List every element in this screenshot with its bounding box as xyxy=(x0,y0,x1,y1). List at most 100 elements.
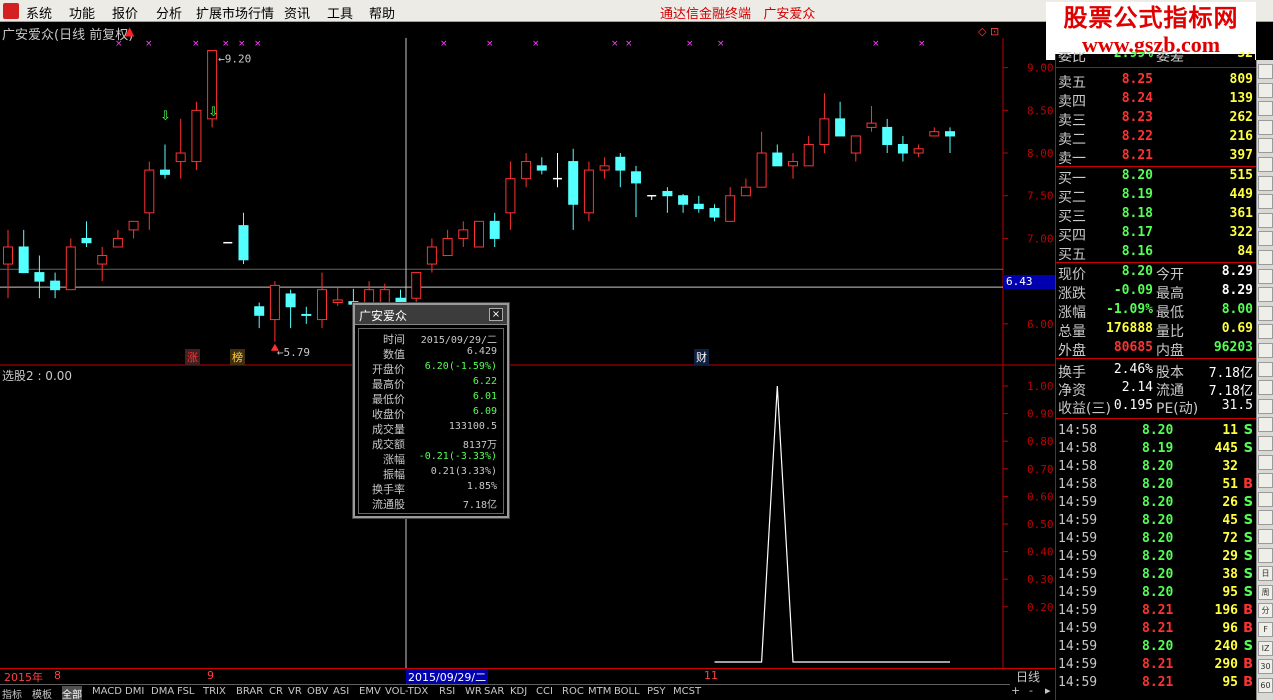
toolbar-button[interactable] xyxy=(1258,380,1273,396)
toolbar-button[interactable] xyxy=(1258,305,1273,321)
ask-row[interactable]: 卖四 8.24 139 xyxy=(1056,91,1256,110)
indicator-tab-cr[interactable]: CR xyxy=(269,686,283,697)
menu-function[interactable]: 功能 xyxy=(69,3,95,22)
bid-row[interactable]: 买二 8.19 449 xyxy=(1056,187,1256,206)
indicator-tab-全部[interactable]: 全部 xyxy=(62,686,82,700)
toolbar-button[interactable] xyxy=(1258,454,1273,470)
toolbar-button[interactable]: 分 xyxy=(1258,603,1273,619)
toolbar-button[interactable] xyxy=(1258,194,1273,210)
indicator-tab-roc[interactable]: ROC xyxy=(562,686,584,697)
menu-extended-market[interactable]: 扩展市场行情 xyxy=(196,3,274,22)
menu-system[interactable]: 系统 xyxy=(26,3,52,22)
toolbar-button[interactable]: 60 xyxy=(1258,677,1273,693)
zoom-in-button[interactable]: + xyxy=(1011,684,1020,697)
rank-marker[interactable]: 榜 xyxy=(230,349,245,365)
event-marker-icon: × xyxy=(254,39,262,49)
indicator-tab-macd[interactable]: MACD xyxy=(92,686,122,697)
toolbar-button[interactable] xyxy=(1258,436,1273,451)
ask-row[interactable]: 卖五 8.25 809 xyxy=(1056,72,1256,91)
zoom-out-button[interactable]: - xyxy=(1029,684,1033,697)
candle-body xyxy=(772,152,783,167)
toolbar-button[interactable] xyxy=(1258,529,1273,544)
indicator-tab-fsl[interactable]: FSL xyxy=(177,686,195,697)
toolbar-button[interactable] xyxy=(1258,491,1273,507)
tick-time: 14:59 xyxy=(1058,567,1098,582)
indicator-tab-mcst[interactable]: MCST xyxy=(673,686,701,697)
close-icon[interactable]: × xyxy=(489,308,503,321)
ask-row[interactable]: 卖二 8.22 216 xyxy=(1056,129,1256,148)
toolbar-button[interactable] xyxy=(1258,473,1273,489)
menu-news[interactable]: 资讯 xyxy=(284,3,310,22)
toolbar-button[interactable] xyxy=(1258,398,1273,414)
toolbar-button[interactable] xyxy=(1258,138,1273,154)
toolbar-button[interactable] xyxy=(1258,175,1273,191)
bid-row[interactable]: 买四 8.17 322 xyxy=(1056,225,1256,244)
toolbar-button[interactable] xyxy=(1258,547,1273,563)
indicator-tab-boll[interactable]: BOLL xyxy=(614,686,640,697)
toolbar-button[interactable] xyxy=(1258,250,1273,265)
indicator-tab-asi[interactable]: ASI xyxy=(333,686,349,697)
toolbar-button[interactable] xyxy=(1258,417,1273,433)
toolbar-button[interactable] xyxy=(1258,343,1273,358)
toolbar-button[interactable]: 30 xyxy=(1258,659,1273,675)
toolbar-button[interactable] xyxy=(1258,212,1273,228)
indicator-tab-kdj[interactable]: KDJ xyxy=(510,686,527,697)
toolbar-button[interactable] xyxy=(1258,157,1273,172)
indicator-tab-brar[interactable]: BRAR xyxy=(236,686,263,697)
menu-analysis[interactable]: 分析 xyxy=(156,3,182,22)
toolbar-button[interactable] xyxy=(1258,287,1273,303)
bid-row[interactable]: 买一 8.20 515 xyxy=(1056,168,1256,187)
candle-body xyxy=(536,165,547,171)
toolbar-button[interactable]: F xyxy=(1258,622,1273,637)
finance-marker[interactable]: 财 xyxy=(694,349,709,365)
bid-row[interactable]: 买三 8.18 361 xyxy=(1056,206,1256,225)
indicator-tab-vr[interactable]: VR xyxy=(288,686,302,697)
kline-chart[interactable]: 9.00 8.50 8.00 7.50 7.00 6.00 ←9.20 ←5.79 ⇩ ⇩ × × × ×… xyxy=(0,38,1055,366)
indicator-tab-psy[interactable]: PSY xyxy=(647,686,666,697)
indicator-tab-dma[interactable]: DMA xyxy=(151,686,174,697)
indicator-chart[interactable]: 1.00 0.90 0.80 0.70 0.60 0.50 0.40 0.30 0.20 xyxy=(0,366,1055,668)
limit-up-marker[interactable]: 涨 xyxy=(185,349,200,365)
toolbar-button[interactable] xyxy=(1258,324,1273,340)
indicator-tab-trix[interactable]: TRIX xyxy=(203,686,226,697)
indicator-tab-vol-tdx[interactable]: VOL-TDX xyxy=(385,686,428,697)
toolbar-button[interactable] xyxy=(1258,82,1273,98)
period-selector[interactable]: 日线 xyxy=(1016,668,1040,685)
candle-body xyxy=(175,152,186,163)
data-window-header[interactable]: 广安爱众 × xyxy=(355,305,507,325)
toolbar-button[interactable]: 日 xyxy=(1258,566,1273,582)
toolbar-button[interactable] xyxy=(1258,510,1273,526)
toolbar-button[interactable] xyxy=(1258,268,1273,284)
data-window-row: 最低价 6.01 xyxy=(359,391,503,406)
toolbar-button[interactable] xyxy=(1258,119,1273,135)
bid-volume: 361 xyxy=(1229,206,1253,221)
toolbar-button[interactable]: IZ xyxy=(1258,640,1273,656)
ask-row[interactable]: 卖一 8.21 397 xyxy=(1056,148,1256,167)
data-window[interactable]: 广安爱众 × 时间 2015/09/29/二 数值 6.429 开盘价 6.20(-1.5… xyxy=(352,302,510,519)
toolbar-button[interactable] xyxy=(1258,64,1273,79)
toolbar-button[interactable] xyxy=(1258,231,1273,247)
indicator-tab-指标[interactable]: 指标 xyxy=(2,686,22,700)
menu-help[interactable]: 帮助 xyxy=(369,3,395,22)
indicator-tab-obv[interactable]: OBV xyxy=(307,686,328,697)
menu-tools[interactable]: 工具 xyxy=(327,3,353,22)
toolbar-button[interactable] xyxy=(1258,101,1273,117)
indicator-tab-mtm[interactable]: MTM xyxy=(588,686,611,697)
indicator-tab-rsi[interactable]: RSI xyxy=(439,686,455,697)
tick-row: 14:59 8.21 196 B xyxy=(1056,603,1256,621)
indicator-tab-emv[interactable]: EMV xyxy=(359,686,381,697)
ask-row[interactable]: 卖三 8.23 262 xyxy=(1056,110,1256,129)
stat-value: -1.09% xyxy=(1106,302,1153,317)
indicator-tab-wr[interactable]: WR xyxy=(465,686,482,697)
bid-row[interactable]: 买五 8.16 84 xyxy=(1056,244,1256,263)
chart-options-icon[interactable]: ◇ ⊡ xyxy=(978,25,999,38)
tick-price: 8.20 xyxy=(1142,549,1174,564)
indicator-tab-模板[interactable]: 模板 xyxy=(32,686,52,700)
indicator-tab-sar[interactable]: SAR xyxy=(484,686,504,697)
indicator-tab-dmi[interactable]: DMI xyxy=(125,686,144,697)
indicator-tab-cci[interactable]: CCI xyxy=(536,686,553,697)
menu-quote[interactable]: 报价 xyxy=(112,3,138,22)
toolbar-button[interactable]: 周 xyxy=(1258,584,1273,600)
scroll-right-icon[interactable]: ▸ xyxy=(1045,684,1051,697)
toolbar-button[interactable] xyxy=(1258,361,1273,377)
